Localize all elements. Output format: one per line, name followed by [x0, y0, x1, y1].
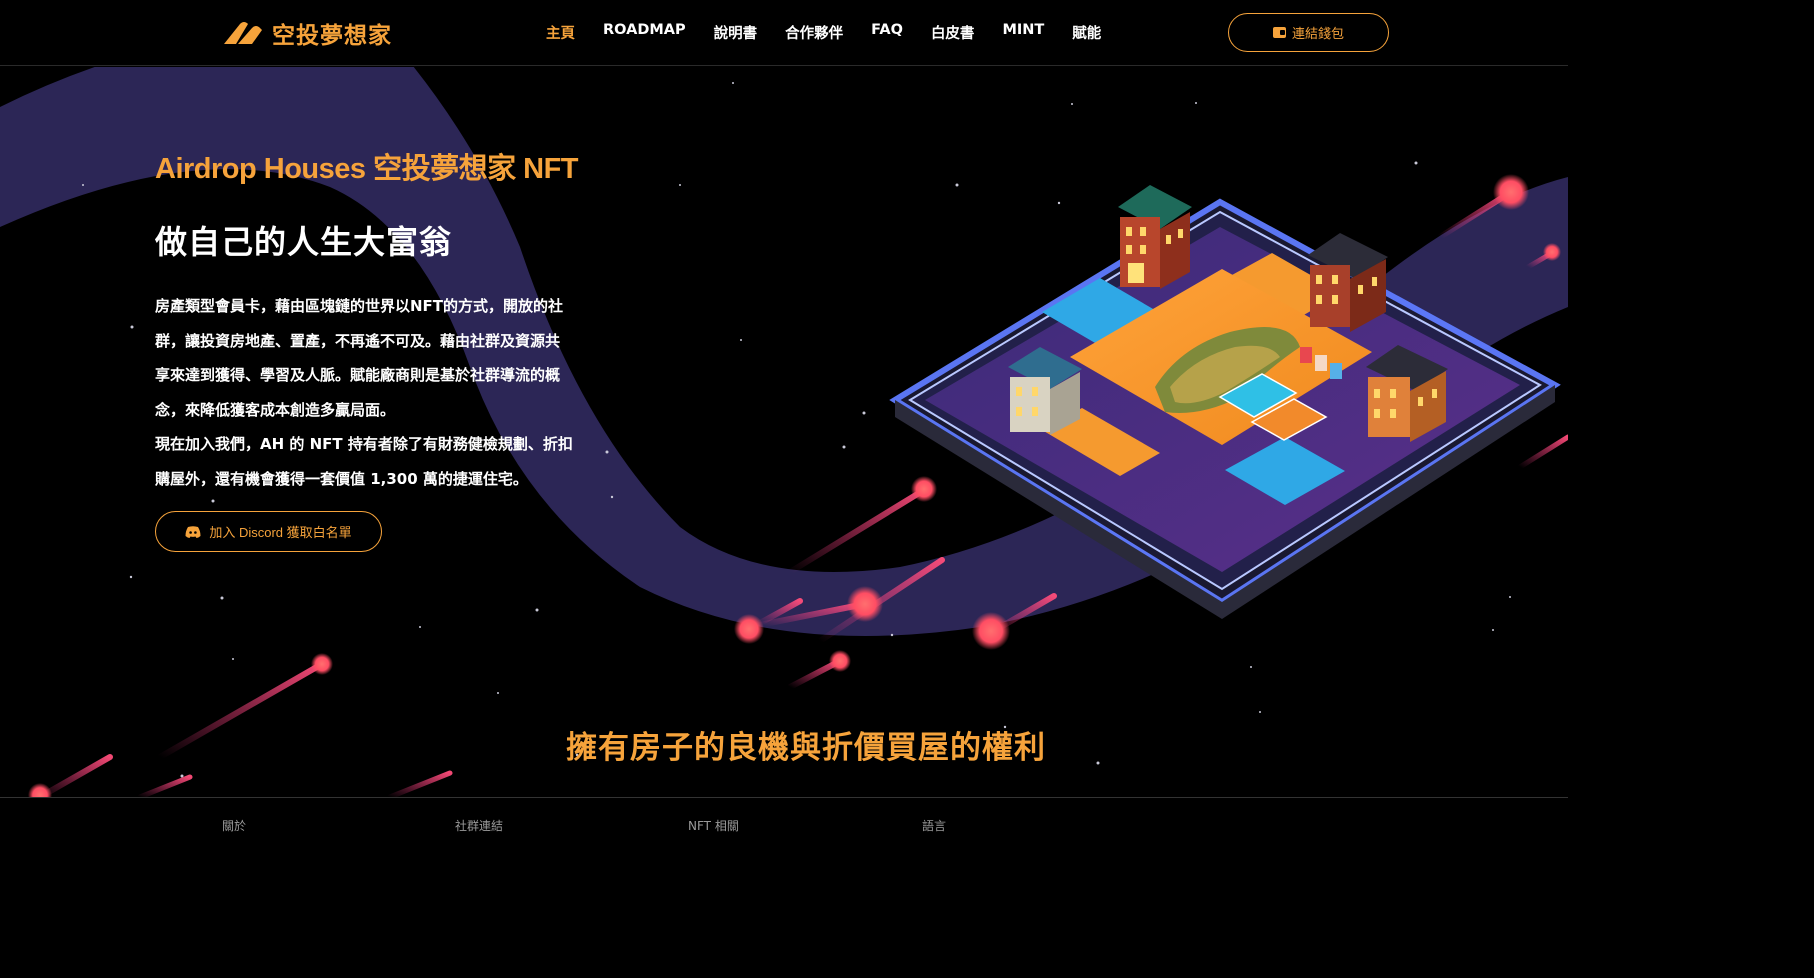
hero-body-line: 念，來降低獲客成本創造多贏局面。 — [155, 400, 396, 419]
hero-body-line: 現在加入我們，AH 的 NFT 持有者除了有財務健檢規劃、折扣 — [155, 435, 573, 453]
nav-item-mint[interactable]: MINT — [988, 20, 1058, 45]
logo-mark-icon — [224, 22, 262, 44]
hero-title: Airdrop Houses 空投夢想家 NFT — [155, 153, 579, 185]
house-2 — [1308, 233, 1388, 332]
footer-language: 語言 — [922, 819, 947, 833]
hero-text-block: Airdrop Houses 空投夢想家 NFT 做自己的人生大富翁 房產類型會… — [155, 145, 615, 496]
house-1 — [1118, 185, 1192, 289]
logo-text: 空投夢想家 — [272, 23, 392, 49]
footer-community-links: 社群連結 — [455, 819, 504, 833]
main-nav: 主頁 ROADMAP 說明書 合作夥伴 FAQ 白皮書 MINT 賦能 — [532, 20, 1115, 45]
hero-subtitle: 做自己的人生大富翁 — [155, 223, 453, 261]
nav-item-manual[interactable]: 說明書 — [700, 20, 772, 45]
join-discord-label: 加入 Discord 獲取白名單 — [209, 525, 352, 540]
footer-about: 關於 — [222, 819, 247, 833]
footer-nft-related: NFT 相關 — [688, 819, 739, 833]
hero-section: Airdrop Houses 空投夢想家 NFT 做自己的人生大富翁 房產類型會… — [0, 67, 1568, 797]
wallet-icon — [1272, 27, 1286, 38]
hero-body-line: 購屋外，還有機會獲得一套價值 1,300 萬的捷運住宅。 — [155, 469, 528, 488]
hero-body-line: 群，讓投資房地產、置產，不再遙不可及。藉由社群及資源共 — [155, 331, 561, 350]
nav-item-whitepaper[interactable]: 白皮書 — [917, 20, 989, 45]
nav-item-home[interactable]: 主頁 — [532, 20, 589, 45]
connect-wallet-label: 連結錢包 — [1291, 26, 1344, 41]
nav-item-faq[interactable]: FAQ — [857, 20, 917, 45]
connect-wallet-button[interactable]: 連結錢包 — [1228, 13, 1389, 52]
hero-body-line: 房產類型會員卡，藉由區塊鏈的世界以NFT的方式，開放的社 — [155, 297, 564, 315]
nav-item-empower[interactable]: 賦能 — [1058, 20, 1115, 45]
site-logo[interactable]: 空投夢想家 — [222, 18, 392, 49]
site-header: 空投夢想家 主頁 ROADMAP 說明書 合作夥伴 FAQ 白皮書 MINT 賦… — [0, 0, 1568, 66]
discord-icon — [185, 525, 201, 538]
nav-item-partners[interactable]: 合作夥伴 — [771, 20, 857, 45]
site-footer: 關於 社群連結 NFT 相關 語言 — [0, 797, 1568, 845]
nav-item-roadmap[interactable]: ROADMAP — [589, 20, 700, 45]
hero-body-line: 享來達到獲得、學習及人脈。賦能廠商則是基於社群導流的概 — [155, 366, 561, 384]
hero-description: 房產類型會員卡，藉由區塊鏈的世界以NFT的方式，開放的社 群，讓投資房地產、置產… — [155, 289, 605, 496]
join-discord-button[interactable]: 加入 Discord 獲取白名單 — [155, 511, 382, 552]
section-heading: 擁有房子的良機與折價買屋的權利 — [566, 730, 1046, 766]
